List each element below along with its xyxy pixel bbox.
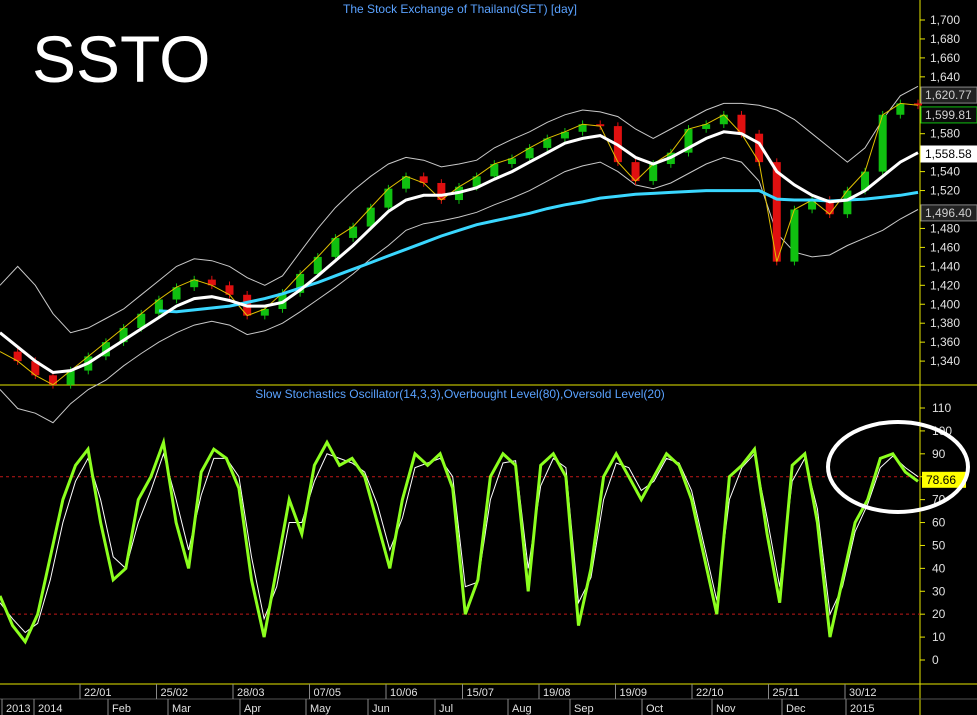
price-tick-label: 1,660 <box>930 51 960 65</box>
price-tick-label: 1,440 <box>930 259 960 273</box>
x-upper-label: 30/12 <box>849 687 877 699</box>
x-upper-label: 28/03 <box>237 687 265 699</box>
osc-tick-label: 30 <box>932 584 946 598</box>
x-upper-label: 07/05 <box>314 687 342 699</box>
x-upper-label: 15/07 <box>467 687 495 699</box>
price-tick-label: 1,480 <box>930 221 960 235</box>
osc-tick-label: 60 <box>932 516 946 530</box>
oscillator-title: Slow Stochastics Oscillator(14,3,3),Over… <box>255 387 665 401</box>
x-lower-label: Feb <box>112 703 131 715</box>
x-upper-label: 25/11 <box>773 687 800 699</box>
x-lower-label: Nov <box>716 703 736 715</box>
price-tick-label: 1,460 <box>930 240 960 254</box>
chart-stage: 1,7001,6801,6601,6401,6201,6001,5801,560… <box>0 0 977 715</box>
x-upper-label: 19/09 <box>620 687 648 699</box>
osc-tick-label: 40 <box>932 561 946 575</box>
x-lower-label: May <box>310 703 331 715</box>
chart-canvas: 1,7001,6801,6601,6401,6201,6001,5801,560… <box>0 0 977 715</box>
price-tick-label: 1,680 <box>930 32 960 46</box>
symbol-label: SSTO <box>32 22 211 96</box>
x-lower-label: Jun <box>372 703 390 715</box>
osc-value-label: 78.66 <box>926 473 956 487</box>
osc-tick-label: 20 <box>932 607 946 621</box>
price-value-label: 1,620.77 <box>925 88 972 102</box>
x-upper-label: 19/08 <box>543 687 571 699</box>
price-tick-label: 1,700 <box>930 13 960 27</box>
stoch-k-line <box>0 436 919 645</box>
x-upper-label: 25/02 <box>161 687 189 699</box>
x-upper-label: 22/10 <box>696 687 724 699</box>
osc-tick-label: 50 <box>932 538 946 552</box>
highlight-circle <box>826 420 970 514</box>
price-tick-label: 1,380 <box>930 316 960 330</box>
price-tick-label: 1,520 <box>930 184 960 198</box>
price-tick-label: 1,360 <box>930 335 960 349</box>
x-lower-label: Mar <box>172 703 191 715</box>
price-value-label: 1,558.58 <box>925 147 972 161</box>
x-lower-label: 2014 <box>38 703 62 715</box>
price-tick-label: 1,400 <box>930 297 960 311</box>
price-chart-title: The Stock Exchange of Thailand(SET) [day… <box>343 2 577 16</box>
price-value-label: 1,496.40 <box>925 206 972 220</box>
price-tick-label: 1,340 <box>930 354 960 368</box>
x-lower-label: Oct <box>646 703 663 715</box>
osc-tick-label: 0 <box>932 653 939 667</box>
osc-tick-label: 110 <box>932 401 951 415</box>
x-lower-label: Sep <box>574 703 594 715</box>
price-tick-label: 1,640 <box>930 70 960 84</box>
osc-tick-label: 90 <box>932 447 946 461</box>
x-lower-label: 2013 <box>6 703 30 715</box>
x-lower-label: Jul <box>439 703 453 715</box>
x-lower-label: Aug <box>512 703 532 715</box>
x-lower-label: Dec <box>786 703 806 715</box>
sma-long-line <box>158 189 919 314</box>
x-upper-label: 22/01 <box>84 687 112 699</box>
osc-tick-label: 10 <box>932 630 946 644</box>
price-value-label: 1,599.81 <box>925 108 972 122</box>
price-tick-label: 1,580 <box>930 127 960 141</box>
price-tick-label: 1,420 <box>930 278 960 292</box>
price-tick-label: 1,540 <box>930 165 960 179</box>
x-lower-label: 2015 <box>850 703 874 715</box>
x-lower-label: Apr <box>244 703 261 715</box>
x-upper-label: 10/06 <box>390 687 418 699</box>
